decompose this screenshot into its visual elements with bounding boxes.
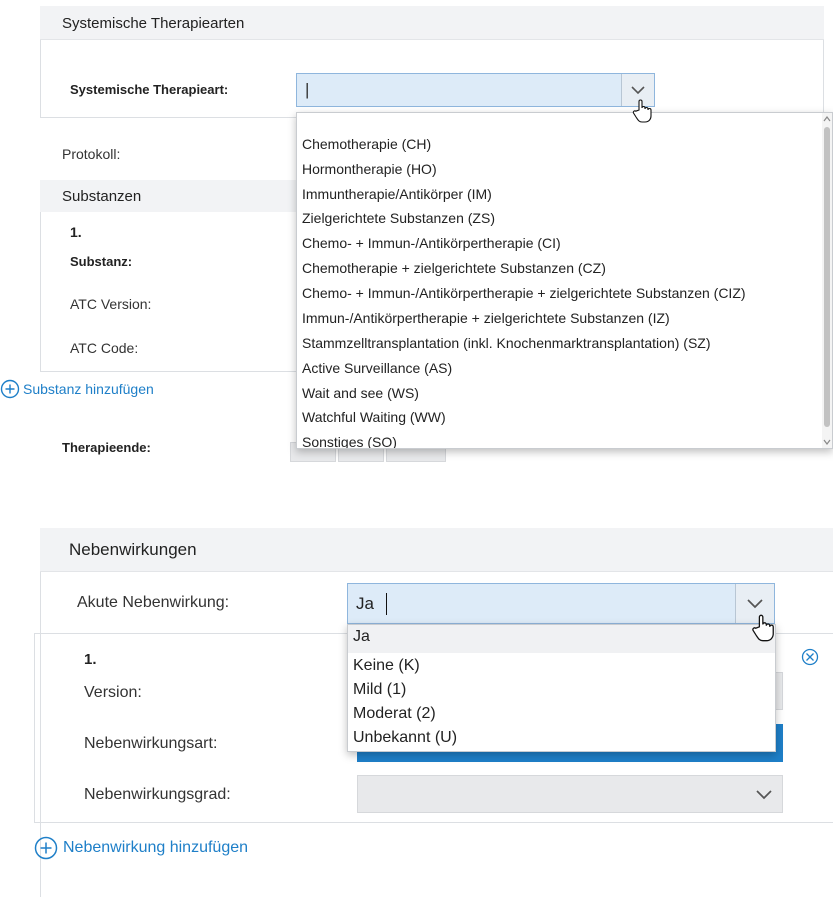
side-effect-option[interactable]: Keine (K) bbox=[348, 657, 775, 675]
acute-side-effect-dropdown-list[interactable]: Ja Keine (K) Mild (1) Moderat (2) Unbeka… bbox=[347, 624, 776, 752]
therapy-type-label: Systemische Therapieart: bbox=[70, 82, 229, 97]
chevron-down-icon bbox=[631, 85, 645, 94]
therapy-end-label: Therapieende: bbox=[62, 440, 151, 455]
substances-title: Substanzen bbox=[62, 188, 142, 205]
therapy-option[interactable]: Active Surveillance (AS) bbox=[297, 360, 832, 376]
side-effect-item-number: 1. bbox=[84, 651, 97, 668]
add-side-effect-button[interactable]: Nebenwirkung hinzufügen bbox=[34, 836, 248, 860]
add-substance-button[interactable]: Substanz hinzufügen bbox=[0, 379, 154, 399]
substance-item-number: 1. bbox=[70, 224, 82, 240]
therapy-type-select[interactable]: | bbox=[296, 73, 655, 107]
side-effect-option[interactable]: Mild (1) bbox=[348, 681, 775, 699]
therapy-type-dropdown-list[interactable]: Chemotherapie (CH) Hormontherapie (HO) I… bbox=[296, 112, 833, 449]
add-side-effect-label: Nebenwirkung hinzufügen bbox=[63, 839, 249, 856]
therapy-option[interactable]: Immuntherapie/Antikörper (IM) bbox=[297, 186, 832, 202]
add-substance-label: Substanz hinzufügen bbox=[23, 381, 154, 397]
side-effect-option[interactable]: Ja bbox=[348, 628, 775, 646]
atc-version-label: ATC Version: bbox=[70, 296, 152, 312]
side-effect-type-label: Nebenwirkungsart: bbox=[84, 735, 218, 752]
therapy-section-header: Systemische Therapiearten bbox=[40, 6, 824, 40]
side-effects-header: Nebenwirkungen bbox=[40, 528, 833, 572]
therapy-option[interactable]: Immun-/Antikörpertherapie + zielgerichte… bbox=[297, 310, 832, 326]
hand-cursor-icon bbox=[632, 99, 652, 123]
therapy-dropdown-scrollbar[interactable] bbox=[822, 113, 832, 448]
therapy-option[interactable]: Chemotherapie (CH) bbox=[297, 136, 832, 152]
therapy-option[interactable]: Hormontherapie (HO) bbox=[297, 161, 832, 177]
acute-side-effect-select[interactable]: Ja bbox=[347, 583, 775, 624]
protocol-label: Protokoll: bbox=[62, 146, 121, 162]
therapy-type-value: | bbox=[305, 80, 310, 99]
therapy-option[interactable]: Watchful Waiting (WW) bbox=[297, 409, 832, 425]
text-cursor bbox=[386, 593, 387, 615]
side-effect-grade-label: Nebenwirkungsgrad: bbox=[84, 786, 231, 803]
therapy-option[interactable]: Zielgerichtete Substanzen (ZS) bbox=[297, 210, 832, 226]
plus-circle-icon bbox=[0, 379, 20, 399]
substances-header: Substanzen bbox=[40, 180, 300, 212]
side-effects-title: Nebenwirkungen bbox=[69, 540, 197, 559]
therapy-option[interactable]: Chemo- + Immun-/Antikörpertherapie + zie… bbox=[297, 285, 832, 301]
acute-side-effect-label: Akute Nebenwirkung: bbox=[77, 594, 230, 611]
scroll-up-icon[interactable] bbox=[822, 115, 832, 123]
therapy-section-title: Systemische Therapiearten bbox=[62, 15, 245, 32]
side-effect-grade-select[interactable] bbox=[357, 775, 783, 813]
substance-label: Substanz: bbox=[70, 254, 133, 269]
therapy-option[interactable]: Stammzelltransplantation (inkl. Knochenm… bbox=[297, 335, 832, 351]
plus-circle-icon bbox=[34, 836, 58, 860]
chevron-down-icon bbox=[756, 790, 772, 800]
scrollbar-thumb[interactable] bbox=[824, 127, 830, 427]
therapy-option[interactable]: Wait and see (WS) bbox=[297, 385, 832, 401]
therapy-option[interactable]: Sonstiges (SO) bbox=[297, 434, 832, 448]
chevron-down-icon bbox=[747, 598, 763, 608]
scroll-down-icon[interactable] bbox=[822, 438, 832, 446]
hand-cursor-icon bbox=[752, 614, 774, 642]
atc-code-label: ATC Code: bbox=[70, 340, 139, 356]
side-effect-option[interactable]: Moderat (2) bbox=[348, 705, 775, 723]
therapy-option[interactable]: Chemo- + Immun-/Antikörpertherapie (CI) bbox=[297, 235, 832, 251]
therapy-option[interactable]: Chemotherapie + zielgerichtete Substanze… bbox=[297, 260, 832, 276]
remove-circle-icon[interactable] bbox=[801, 648, 819, 666]
version-label: Version: bbox=[84, 684, 142, 701]
acute-side-effect-value: Ja bbox=[356, 593, 374, 613]
side-effect-option[interactable]: Unbekannt (U) bbox=[348, 729, 775, 747]
